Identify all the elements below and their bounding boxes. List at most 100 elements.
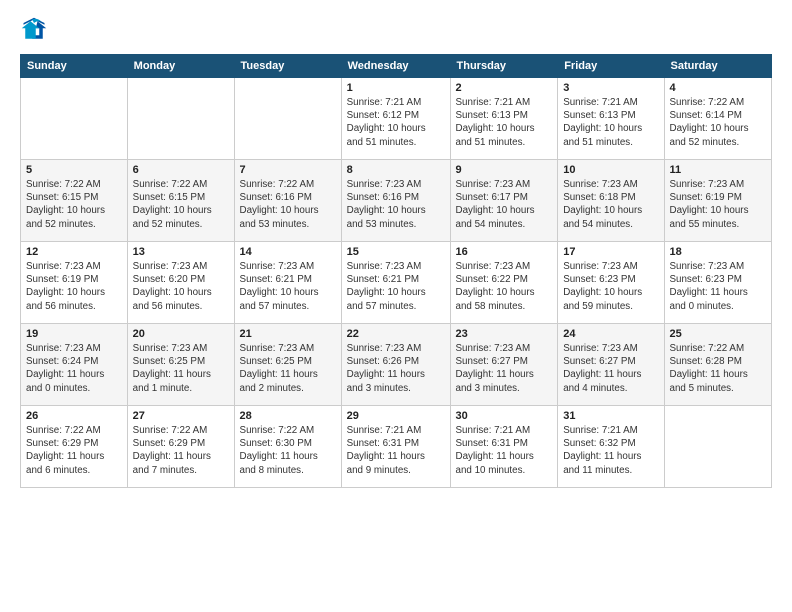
calendar-cell: 4 Sunrise: 7:22 AM Sunset: 6:14 PM Daylig…: [664, 78, 772, 160]
day-info: Sunrise: 7:22 AM Sunset: 6:30 PM Dayligh…: [240, 424, 336, 477]
header-row: SundayMondayTuesdayWednesdayThursdayFrid…: [21, 55, 772, 78]
calendar-header: SundayMondayTuesdayWednesdayThursdayFrid…: [21, 55, 772, 78]
day-number: 31: [563, 410, 658, 422]
calendar-cell: 9 Sunrise: 7:23 AM Sunset: 6:17 PM Daylig…: [450, 160, 558, 242]
day-info: Sunrise: 7:23 AM Sunset: 6:25 PM Dayligh…: [240, 342, 336, 395]
day-number: 4: [670, 82, 767, 94]
day-number: 15: [347, 246, 445, 258]
logo-icon: [20, 16, 48, 44]
day-info: Sunrise: 7:22 AM Sunset: 6:15 PM Dayligh…: [26, 178, 122, 231]
calendar-cell: 10Sunrise: 7:23 AM Sunset: 6:18 PM Dayli…: [558, 160, 664, 242]
day-info: Sunrise: 7:23 AM Sunset: 6:23 PM Dayligh…: [670, 260, 767, 313]
calendar-cell: 2Sunrise: 7:21 AM Sunset: 6:13 PM Daylig…: [450, 78, 558, 160]
day-number: 11: [670, 164, 767, 176]
calendar-cell: [234, 78, 341, 160]
day-number: 25: [670, 328, 767, 340]
day-number: 9: [456, 164, 553, 176]
calendar-cell: [21, 78, 128, 160]
day-info: Sunrise: 7:23 AM Sunset: 6:17 PM Dayligh…: [456, 178, 553, 231]
day-info: Sunrise: 7:22 AM Sunset: 6:14 PM Dayligh…: [670, 96, 767, 149]
day-info: Sunrise: 7:22 AM Sunset: 6:29 PM Dayligh…: [26, 424, 122, 477]
calendar-body: 1 Sunrise: 7:21 AM Sunset: 6:12 PM Daylig…: [21, 78, 772, 488]
header-day-wednesday: Wednesday: [341, 55, 450, 78]
calendar-cell: 31 Sunrise: 7:21 AM Sunset: 6:32 PM Dayli…: [558, 406, 664, 488]
day-info: Sunrise: 7:23 AM Sunset: 6:21 PM Dayligh…: [240, 260, 336, 313]
calendar-cell: 6 Sunrise: 7:22 AM Sunset: 6:15 PM Daylig…: [127, 160, 234, 242]
page: SundayMondayTuesdayWednesdayThursdayFrid…: [0, 0, 792, 498]
day-info: Sunrise: 7:21 AM Sunset: 6:31 PM Dayligh…: [347, 424, 445, 477]
calendar-cell: 11 Sunrise: 7:23 AM Sunset: 6:19 PM Dayli…: [664, 160, 772, 242]
calendar-cell: 1 Sunrise: 7:21 AM Sunset: 6:12 PM Daylig…: [341, 78, 450, 160]
day-number: 20: [133, 328, 229, 340]
day-info: Sunrise: 7:21 AM Sunset: 6:13 PM Dayligh…: [563, 96, 658, 149]
day-number: 18: [670, 246, 767, 258]
day-number: 12: [26, 246, 122, 258]
calendar-cell: 15 Sunrise: 7:23 AM Sunset: 6:21 PM Dayli…: [341, 242, 450, 324]
day-info: Sunrise: 7:23 AM Sunset: 6:20 PM Dayligh…: [133, 260, 229, 313]
week-row-3: 12 Sunrise: 7:23 AM Sunset: 6:19 PM Dayli…: [21, 242, 772, 324]
day-info: Sunrise: 7:23 AM Sunset: 6:21 PM Dayligh…: [347, 260, 445, 313]
calendar-cell: 21 Sunrise: 7:23 AM Sunset: 6:25 PM Dayli…: [234, 324, 341, 406]
day-number: 5: [26, 164, 122, 176]
day-info: Sunrise: 7:21 AM Sunset: 6:32 PM Dayligh…: [563, 424, 658, 477]
header: [20, 16, 772, 44]
day-info: Sunrise: 7:21 AM Sunset: 6:12 PM Dayligh…: [347, 96, 445, 149]
calendar-cell: 30 Sunrise: 7:21 AM Sunset: 6:31 PM Dayli…: [450, 406, 558, 488]
calendar-cell: 27 Sunrise: 7:22 AM Sunset: 6:29 PM Dayli…: [127, 406, 234, 488]
header-day-thursday: Thursday: [450, 55, 558, 78]
day-info: Sunrise: 7:22 AM Sunset: 6:16 PM Dayligh…: [240, 178, 336, 231]
day-number: 21: [240, 328, 336, 340]
week-row-4: 19 Sunrise: 7:23 AM Sunset: 6:24 PM Dayli…: [21, 324, 772, 406]
day-number: 14: [240, 246, 336, 258]
day-number: 26: [26, 410, 122, 422]
day-number: 19: [26, 328, 122, 340]
day-info: Sunrise: 7:23 AM Sunset: 6:19 PM Dayligh…: [26, 260, 122, 313]
calendar-cell: 8 Sunrise: 7:23 AM Sunset: 6:16 PM Daylig…: [341, 160, 450, 242]
day-info: Sunrise: 7:23 AM Sunset: 6:16 PM Dayligh…: [347, 178, 445, 231]
day-number: 24: [563, 328, 658, 340]
calendar-cell: 28 Sunrise: 7:22 AM Sunset: 6:30 PM Dayli…: [234, 406, 341, 488]
day-number: 17: [563, 246, 658, 258]
calendar-cell: [127, 78, 234, 160]
day-info: Sunrise: 7:23 AM Sunset: 6:24 PM Dayligh…: [26, 342, 122, 395]
day-info: Sunrise: 7:21 AM Sunset: 6:13 PM Dayligh…: [456, 96, 553, 149]
day-number: 6: [133, 164, 229, 176]
day-info: Sunrise: 7:23 AM Sunset: 6:23 PM Dayligh…: [563, 260, 658, 313]
header-day-saturday: Saturday: [664, 55, 772, 78]
day-info: Sunrise: 7:22 AM Sunset: 6:15 PM Dayligh…: [133, 178, 229, 231]
header-day-monday: Monday: [127, 55, 234, 78]
day-info: Sunrise: 7:23 AM Sunset: 6:27 PM Dayligh…: [563, 342, 658, 395]
calendar-cell: [664, 406, 772, 488]
calendar-cell: 16 Sunrise: 7:23 AM Sunset: 6:22 PM Dayli…: [450, 242, 558, 324]
calendar-cell: 22 Sunrise: 7:23 AM Sunset: 6:26 PM Dayli…: [341, 324, 450, 406]
day-number: 1: [347, 82, 445, 94]
day-number: 28: [240, 410, 336, 422]
day-info: Sunrise: 7:21 AM Sunset: 6:31 PM Dayligh…: [456, 424, 553, 477]
day-info: Sunrise: 7:22 AM Sunset: 6:28 PM Dayligh…: [670, 342, 767, 395]
calendar-cell: 19 Sunrise: 7:23 AM Sunset: 6:24 PM Dayli…: [21, 324, 128, 406]
day-number: 8: [347, 164, 445, 176]
calendar-cell: 13 Sunrise: 7:23 AM Sunset: 6:20 PM Dayli…: [127, 242, 234, 324]
calendar-cell: 26 Sunrise: 7:22 AM Sunset: 6:29 PM Dayli…: [21, 406, 128, 488]
day-info: Sunrise: 7:23 AM Sunset: 6:26 PM Dayligh…: [347, 342, 445, 395]
day-info: Sunrise: 7:22 AM Sunset: 6:29 PM Dayligh…: [133, 424, 229, 477]
day-number: 16: [456, 246, 553, 258]
day-info: Sunrise: 7:23 AM Sunset: 6:25 PM Dayligh…: [133, 342, 229, 395]
calendar-cell: 14 Sunrise: 7:23 AM Sunset: 6:21 PM Dayli…: [234, 242, 341, 324]
week-row-5: 26 Sunrise: 7:22 AM Sunset: 6:29 PM Dayli…: [21, 406, 772, 488]
header-day-sunday: Sunday: [21, 55, 128, 78]
day-number: 13: [133, 246, 229, 258]
day-number: 3: [563, 82, 658, 94]
header-day-tuesday: Tuesday: [234, 55, 341, 78]
calendar-cell: 23Sunrise: 7:23 AM Sunset: 6:27 PM Dayli…: [450, 324, 558, 406]
calendar-cell: 20 Sunrise: 7:23 AM Sunset: 6:25 PM Dayli…: [127, 324, 234, 406]
day-number: 10: [563, 164, 658, 176]
day-number: 27: [133, 410, 229, 422]
day-info: Sunrise: 7:23 AM Sunset: 6:22 PM Dayligh…: [456, 260, 553, 313]
day-number: 7: [240, 164, 336, 176]
calendar-cell: 18 Sunrise: 7:23 AM Sunset: 6:23 PM Dayli…: [664, 242, 772, 324]
day-number: 22: [347, 328, 445, 340]
day-info: Sunrise: 7:23 AM Sunset: 6:19 PM Dayligh…: [670, 178, 767, 231]
day-info: Sunrise: 7:23 AM Sunset: 6:27 PM Dayligh…: [456, 342, 553, 395]
day-number: 30: [456, 410, 553, 422]
